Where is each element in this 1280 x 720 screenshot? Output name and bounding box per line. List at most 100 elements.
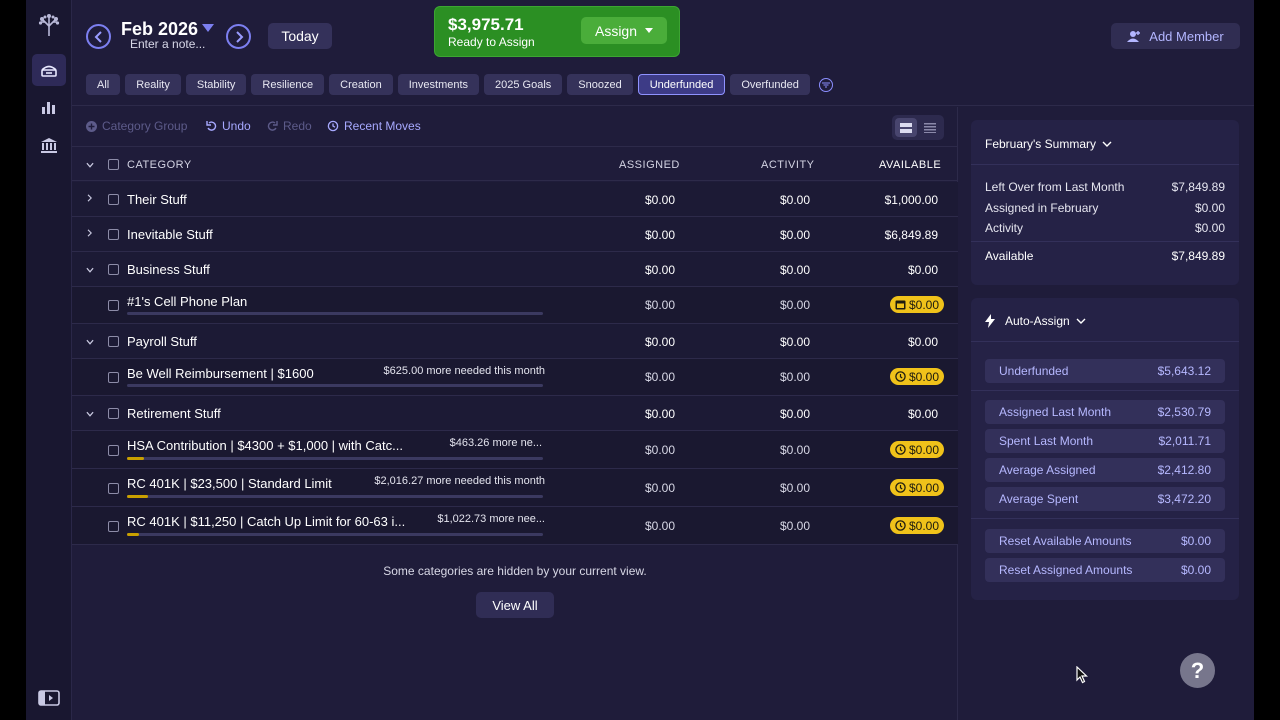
category-assigned[interactable]: $0.00: [645, 370, 675, 384]
category-checkbox[interactable]: [108, 372, 119, 383]
undo-button[interactable]: Undo: [206, 119, 251, 133]
chevron-down-icon[interactable]: [86, 410, 94, 418]
category-activity[interactable]: $0.00: [780, 298, 810, 312]
filter-chip-overfunded[interactable]: Overfunded: [730, 74, 810, 95]
group-available: $0.00: [907, 335, 938, 349]
category-row[interactable]: HSA Contribution | $4300 + $1,000 | with…: [72, 431, 958, 469]
filter-chip-stability[interactable]: Stability: [185, 74, 247, 95]
column-header-category[interactable]: CATEGORY: [127, 159, 192, 171]
group-assigned: $0.00: [644, 263, 675, 277]
group-checkbox[interactable]: [108, 229, 119, 240]
tree-logo-icon[interactable]: [37, 13, 61, 37]
available-pill[interactable]: $0.00: [889, 479, 944, 496]
view-all-button[interactable]: View All: [476, 592, 554, 618]
auto-assign-assigned-last-month-button[interactable]: Assigned Last Month $2,530.79: [985, 400, 1225, 424]
filter-chip-creation[interactable]: Creation: [329, 74, 393, 95]
divider: [971, 518, 1239, 519]
auto-assign-average-spent-button[interactable]: Average Spent $3,472.20: [985, 487, 1225, 511]
reset-available-amounts-button[interactable]: Reset Available Amounts $0.00: [985, 529, 1225, 553]
add-category-group-button[interactable]: Category Group: [86, 119, 187, 133]
today-button[interactable]: Today: [268, 23, 332, 49]
summary-label: Activity: [985, 221, 1024, 235]
compact-view-icon[interactable]: [919, 118, 941, 137]
filter-chip-snoozed[interactable]: Snoozed: [567, 74, 633, 95]
category-activity[interactable]: $0.00: [780, 443, 810, 457]
category-activity[interactable]: $0.00: [780, 519, 810, 533]
category-checkbox[interactable]: [108, 445, 119, 456]
category-assigned[interactable]: $0.00: [645, 298, 675, 312]
plus-circle-icon: [86, 120, 97, 132]
category-activity[interactable]: $0.00: [780, 481, 810, 495]
filter-chip-2025-goals[interactable]: 2025 Goals: [484, 74, 563, 95]
month-summary-toggle[interactable]: February's Summary: [985, 137, 1112, 151]
summary-label: Available: [985, 249, 1034, 263]
accounts-bank-icon[interactable]: [37, 133, 61, 157]
add-member-button[interactable]: Add Member: [1111, 23, 1240, 49]
budget-icon[interactable]: [32, 54, 66, 86]
filter-chip-investments[interactable]: Investments: [397, 74, 480, 95]
auto-assign-average-assigned-button[interactable]: Average Assigned $2,412.80: [985, 458, 1225, 482]
filter-chip-reality[interactable]: Reality: [125, 74, 181, 95]
help-button[interactable]: ?: [1180, 653, 1215, 688]
auto-assign-toggle[interactable]: Auto-Assign: [985, 314, 1086, 328]
group-checkbox[interactable]: [108, 194, 119, 205]
auto-assign-spent-last-month-button[interactable]: Spent Last Month $2,011.71: [985, 429, 1225, 453]
assign-button[interactable]: Assign: [581, 17, 667, 44]
collapse-all-chevron-icon[interactable]: [86, 161, 94, 169]
recent-moves-button[interactable]: Recent Moves: [327, 119, 421, 133]
chevron-right-icon[interactable]: [86, 194, 94, 202]
collapse-sidebar-icon[interactable]: [37, 686, 61, 710]
category-group-row[interactable]: Inevitable Stuff $0.00 $0.00 $6,849.89: [72, 217, 958, 252]
filter-chip-underfunded[interactable]: Underfunded: [637, 74, 726, 95]
month-dropdown-caret-icon[interactable]: [202, 24, 214, 32]
category-group-row[interactable]: Payroll Stuff $0.00 $0.00 $0.00: [72, 324, 958, 359]
auto-assign-value: $0.00: [1180, 563, 1211, 577]
undo-icon: [206, 120, 217, 131]
category-row[interactable]: RC 401K | $23,500 | Standard Limit $2,01…: [72, 469, 958, 507]
category-assigned[interactable]: $0.00: [645, 519, 675, 533]
category-assigned[interactable]: $0.00: [645, 443, 675, 457]
category-checkbox[interactable]: [108, 300, 119, 311]
summary-value: $7,849.89: [1171, 180, 1225, 194]
category-group-row[interactable]: Retirement Stuff $0.00 $0.00 $0.00: [72, 396, 958, 431]
goal-progress-fill: [127, 533, 140, 536]
comfortable-view-icon[interactable]: [895, 118, 917, 137]
chevron-down-icon[interactable]: [86, 266, 94, 274]
reset-assigned-amounts-button[interactable]: Reset Assigned Amounts $0.00: [985, 558, 1225, 582]
redo-button[interactable]: Redo: [267, 119, 312, 133]
category-row[interactable]: Be Well Reimbursement | $1600 $625.00 mo…: [72, 359, 958, 396]
available-pill[interactable]: $0.00: [889, 517, 944, 534]
chevron-right-icon[interactable]: [86, 229, 94, 237]
budget-table: Category Group Undo Redo Recent Moves CA…: [72, 107, 958, 720]
next-month-button[interactable]: [226, 24, 251, 49]
available-pill[interactable]: $0.00: [889, 441, 944, 458]
group-assigned: $0.00: [644, 335, 675, 349]
select-all-checkbox[interactable]: [108, 159, 119, 170]
auto-assign-underfunded-button[interactable]: Underfunded $5,643.12: [985, 359, 1225, 383]
filter-settings-icon[interactable]: [818, 77, 833, 92]
undo-label: Undo: [222, 119, 251, 133]
category-group-row[interactable]: Business Stuff $0.00 $0.00 $0.00: [72, 252, 958, 287]
filter-chip-resilience[interactable]: Resilience: [251, 74, 325, 95]
budget-toolbar: Category Group Undo Redo Recent Moves: [72, 107, 958, 147]
chevron-down-icon[interactable]: [86, 338, 94, 346]
group-checkbox[interactable]: [108, 264, 119, 275]
group-checkbox[interactable]: [108, 336, 119, 347]
category-checkbox[interactable]: [108, 521, 119, 532]
divider: [971, 241, 1239, 242]
chevron-down-icon: [1102, 141, 1112, 147]
month-note-input[interactable]: Enter a note...: [130, 37, 205, 51]
category-group-row[interactable]: Their Stuff $0.00 $0.00 $1,000.00: [72, 182, 958, 217]
reports-icon[interactable]: [37, 95, 61, 119]
mouse-cursor-icon: [1076, 666, 1088, 684]
category-row[interactable]: #1's Cell Phone Plan $0.00 $0.00 $0.00: [72, 287, 958, 324]
filter-chip-all[interactable]: All: [86, 74, 121, 95]
category-assigned[interactable]: $0.00: [645, 481, 675, 495]
previous-month-button[interactable]: [86, 24, 111, 49]
category-row[interactable]: RC 401K | $11,250 | Catch Up Limit for 6…: [72, 507, 958, 545]
available-pill[interactable]: $0.00: [889, 296, 944, 313]
category-checkbox[interactable]: [108, 483, 119, 494]
category-activity[interactable]: $0.00: [780, 370, 810, 384]
group-checkbox[interactable]: [108, 408, 119, 419]
available-pill[interactable]: $0.00: [889, 368, 944, 385]
